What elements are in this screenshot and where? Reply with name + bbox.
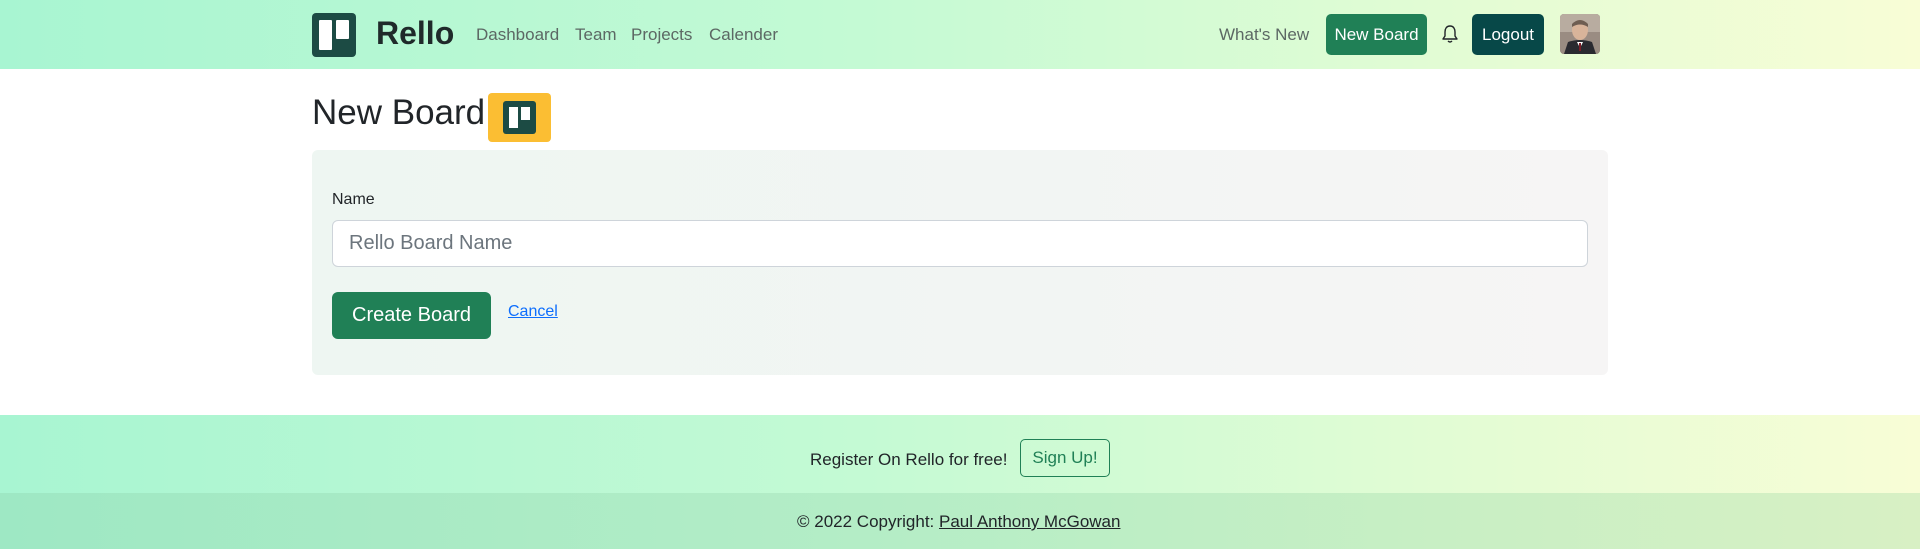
nav-link-team[interactable]: Team xyxy=(575,24,617,46)
copyright-prefix: © 2022 Copyright: xyxy=(797,512,935,531)
register-text: Register On Rello for free! xyxy=(810,450,1008,469)
logout-button[interactable]: Logout xyxy=(1472,14,1544,55)
user-avatar[interactable] xyxy=(1560,14,1600,54)
rello-logo-icon[interactable] xyxy=(312,13,356,57)
board-badge-icon xyxy=(488,93,551,142)
nav-link-projects[interactable]: Projects xyxy=(631,24,692,46)
cancel-link[interactable]: Cancel xyxy=(508,302,558,322)
nav-link-whats-new[interactable]: What's New xyxy=(1219,24,1309,46)
new-board-button[interactable]: New Board xyxy=(1326,14,1427,55)
brand-name[interactable]: Rello xyxy=(376,13,454,53)
name-label: Name xyxy=(332,191,375,208)
board-name-input[interactable] xyxy=(332,220,1588,267)
nav-link-calender[interactable]: Calender xyxy=(709,24,778,46)
copyright-text: © 2022 Copyright: Paul Anthony McGowan xyxy=(797,511,1120,533)
bell-icon[interactable] xyxy=(1441,24,1459,44)
page-title: New Board xyxy=(312,93,486,132)
sign-up-button[interactable]: Sign Up! xyxy=(1020,439,1110,477)
nav-link-dashboard[interactable]: Dashboard xyxy=(476,24,559,46)
create-board-button[interactable]: Create Board xyxy=(332,292,491,339)
author-link[interactable]: Paul Anthony McGowan xyxy=(939,512,1120,531)
top-navbar: Rello Dashboard Team Projects Calender W… xyxy=(0,0,1920,69)
